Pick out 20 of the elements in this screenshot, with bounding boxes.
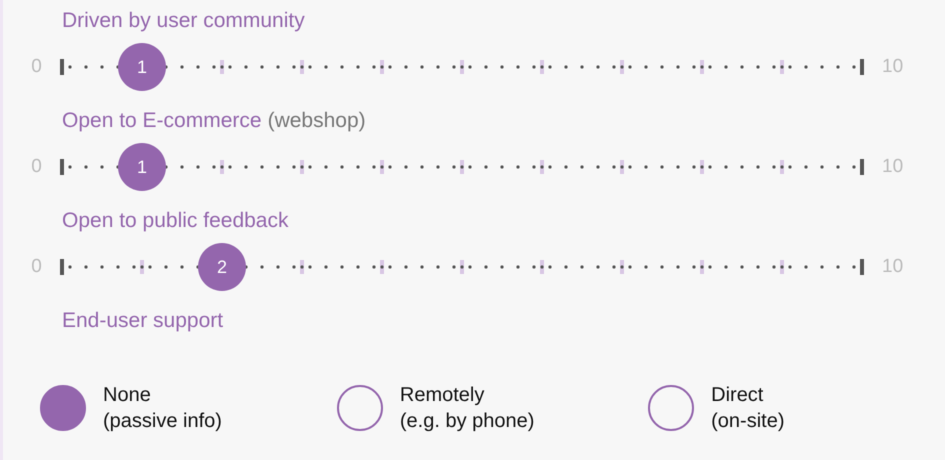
slider-thumb[interactable]: 1 (118, 43, 166, 91)
min-label: 0 (30, 256, 43, 278)
question-label: Driven by user community (62, 9, 305, 33)
question-label: Open to public feedback (62, 209, 288, 233)
radio-button[interactable] (648, 385, 694, 431)
option-label: Direct (on-site) (711, 383, 784, 434)
min-label: 0 (30, 156, 43, 178)
slider-thumb[interactable]: 1 (118, 143, 166, 191)
max-label: 10 (881, 156, 904, 178)
option-label: Remotely (e.g. by phone) (400, 383, 534, 434)
question-label: End-user support (62, 309, 224, 333)
option-label: None (passive info) (103, 383, 222, 434)
question-note: (webshop) (268, 109, 366, 133)
question-label: Open to E-commerce (62, 109, 262, 133)
max-label: 10 (881, 56, 904, 78)
radio-button[interactable] (336, 385, 383, 431)
slider-thumb[interactable]: 2 (198, 243, 246, 291)
radio-button[interactable] (40, 385, 86, 431)
min-label: 0 (30, 56, 43, 78)
max-label: 10 (881, 256, 904, 278)
